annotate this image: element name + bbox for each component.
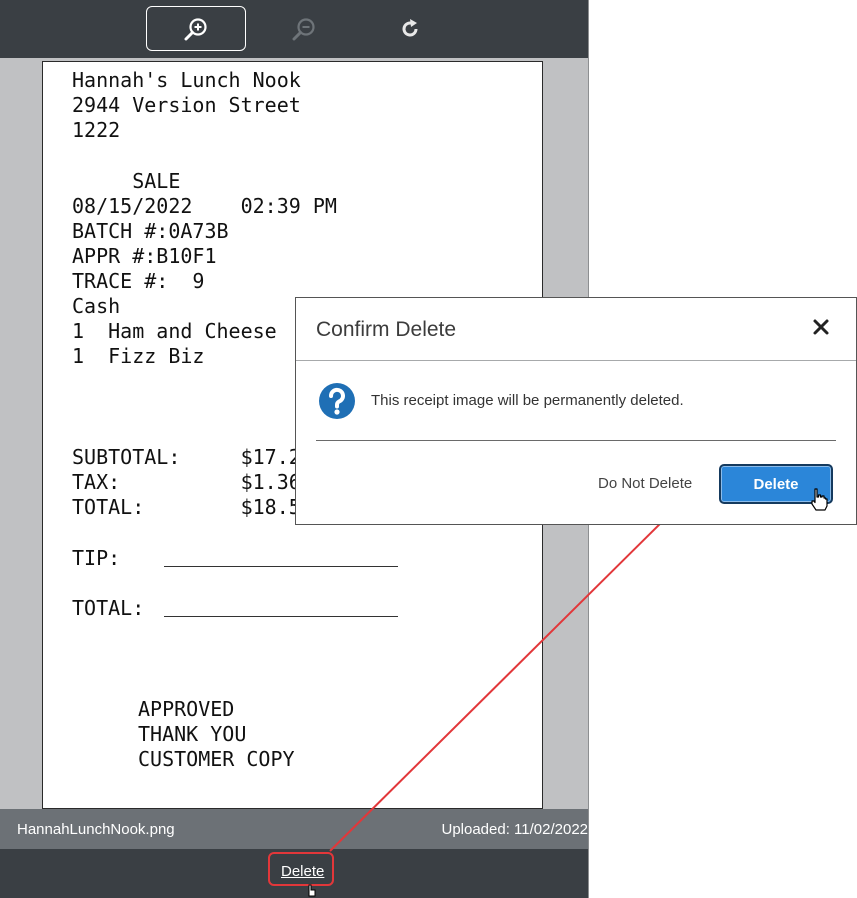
dialog-message: This receipt image will be permanently d… — [371, 392, 684, 409]
upload-date: Uploaded: 11/02/2022 — [441, 821, 588, 838]
zoom-in-button[interactable] — [146, 6, 246, 51]
receipt-line: APPROVED — [138, 697, 235, 721]
delete-link[interactable]: Delete — [281, 863, 324, 880]
receipt-line: TOTAL: $18.57 — [72, 495, 313, 519]
question-icon — [319, 383, 355, 419]
zoom-out-button[interactable] — [254, 6, 354, 51]
rotate-button[interactable] — [360, 6, 460, 51]
confirm-delete-label: Delete — [753, 475, 799, 493]
receipt-line: BATCH #:0A73B — [72, 219, 229, 243]
viewer-toolbar — [0, 0, 588, 58]
confirm-delete-dialog: Confirm Delete This receipt image will b… — [295, 297, 857, 525]
dialog-title: Confirm Delete — [316, 318, 457, 341]
receipt-line: TAX: $1.36 — [72, 470, 301, 494]
receipt-line: 1222 — [72, 118, 121, 142]
receipt-line: 1 Fizz Biz — [72, 344, 205, 368]
hand-cursor-icon — [811, 488, 828, 511]
total-rule — [164, 616, 398, 617]
receipt-line: SALE — [72, 169, 181, 193]
receipt-line: CUSTOMER COPY — [138, 747, 295, 771]
receipt-line: Cash — [72, 294, 121, 318]
receipt-line: 08/15/2022 02:39 PM — [72, 194, 337, 218]
dialog-header: Confirm Delete — [296, 298, 856, 361]
receipt-line: Hannah's Lunch Nook — [72, 68, 301, 92]
receipt-actions-bar: Delete — [0, 849, 588, 898]
receipt-line: TOTAL: — [72, 596, 145, 620]
receipt-meta-bar: HannahLunchNook.png Uploaded: 11/02/2022 — [0, 809, 588, 849]
tip-rule — [164, 566, 398, 567]
receipt-line: 1 Ham and Cheese — [72, 319, 277, 343]
do-not-delete-button[interactable]: Do Not Delete — [598, 475, 692, 492]
receipt-line: SUBTOTAL: $17.21 — [72, 445, 313, 469]
pointer-cursor-icon — [308, 884, 316, 897]
zoom-in-icon — [184, 17, 207, 40]
rotate-icon — [402, 18, 418, 36]
file-name: HannahLunchNook.png — [17, 821, 175, 838]
receipt-line: TRACE #: 9 — [72, 269, 205, 293]
receipt-line: 2944 Version Street — [72, 93, 301, 117]
receipt-line: TIP: — [72, 546, 121, 570]
receipt-line: THANK YOU — [138, 722, 247, 746]
dialog-divider — [316, 440, 836, 441]
receipt-line: APPR #:B10F1 — [72, 244, 217, 268]
close-icon[interactable] — [810, 316, 832, 338]
zoom-out-icon — [292, 17, 315, 40]
